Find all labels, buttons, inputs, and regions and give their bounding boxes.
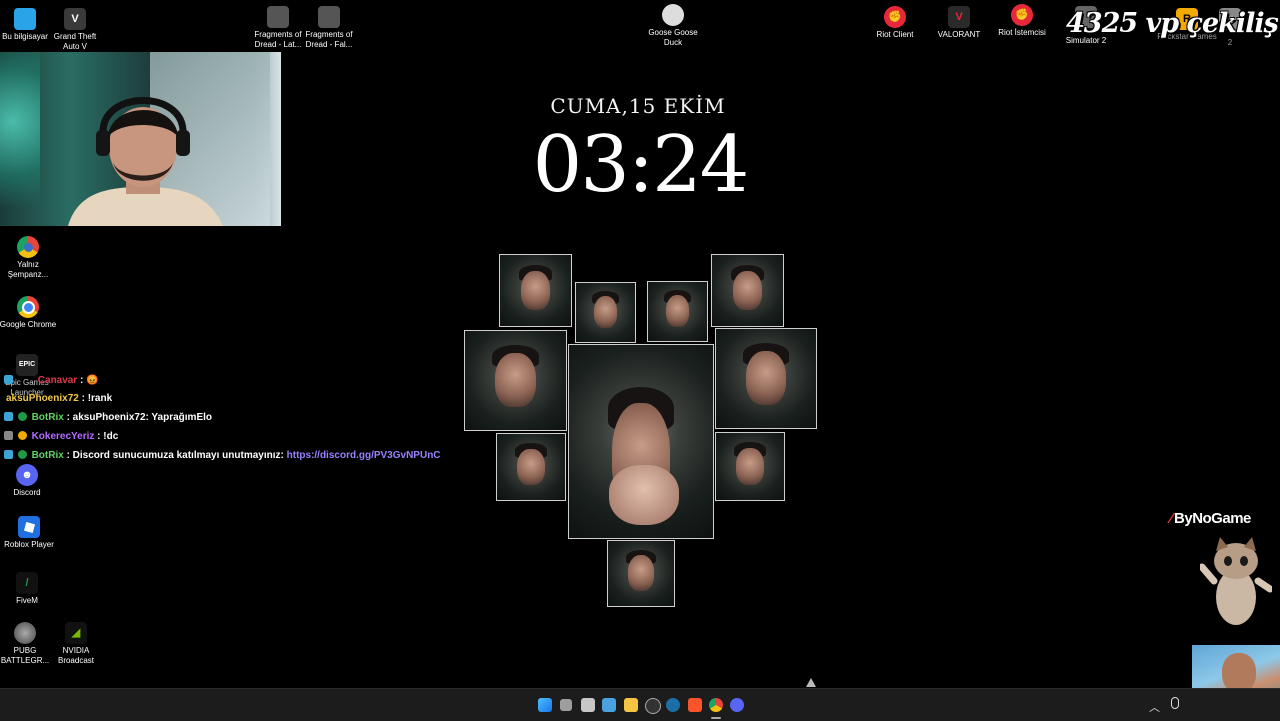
collage-photo bbox=[499, 254, 572, 327]
giveaway-title: 4325 vp çekiliş bbox=[1066, 8, 1279, 39]
steam-icon[interactable] bbox=[666, 698, 680, 712]
collage-photo bbox=[607, 540, 675, 607]
face bbox=[1222, 653, 1256, 693]
collage-photo bbox=[715, 432, 785, 501]
riot-icon: ✊ bbox=[1011, 4, 1033, 26]
brave-icon[interactable] bbox=[688, 698, 702, 712]
chat-username: KokerecYeriz bbox=[31, 431, 95, 442]
collage-photo bbox=[711, 254, 784, 327]
desktop-icon-roblox[interactable]: Roblox Player bbox=[0, 516, 59, 550]
sub-badge-icon bbox=[4, 431, 13, 440]
lock-date: CUMA,15 EKİM bbox=[550, 94, 726, 118]
bot-badge-icon bbox=[4, 450, 13, 459]
obs-icon[interactable] bbox=[645, 698, 661, 714]
discord-icon[interactable] bbox=[730, 698, 744, 712]
discord-icon: ☻ bbox=[16, 464, 38, 486]
chat-message: BotRix : aksuPhoenix72: YaprağımElo bbox=[4, 412, 212, 423]
taskbar: ︿ bbox=[0, 688, 1280, 721]
emote-badge-icon bbox=[17, 431, 27, 440]
task-view-icon[interactable] bbox=[581, 698, 595, 712]
roblox-icon bbox=[18, 516, 40, 538]
active-app-indicator bbox=[711, 717, 721, 719]
game-icon bbox=[267, 6, 289, 28]
collage-photo bbox=[715, 328, 817, 429]
lock-time: 03:24 bbox=[532, 120, 750, 210]
chrome-icon[interactable] bbox=[709, 698, 723, 712]
chat-message: KokerecYeriz : !dc bbox=[4, 431, 118, 442]
file-explorer-icon[interactable] bbox=[624, 698, 638, 712]
desktop-icon-google-chrome[interactable]: Google Chrome bbox=[0, 296, 58, 330]
bot-badge-icon bbox=[4, 412, 13, 421]
tray-chevron-icon[interactable]: ︿ bbox=[1149, 699, 1160, 715]
chat-text: : aksuPhoenix72: YaprağımElo bbox=[66, 412, 213, 423]
collage-photo bbox=[464, 330, 567, 431]
chat-text: : Discord sunucumuza katılmayı unutmayın… bbox=[66, 450, 287, 461]
desktop-icon-nvidia-broadcast[interactable]: ◢ NVIDIA Broadcast bbox=[46, 622, 106, 666]
desktop-icon-gta-v[interactable]: V Grand Theft Auto V bbox=[45, 8, 105, 52]
bynogame-logo-icon: ⁄ bbox=[1170, 510, 1173, 527]
chat-message: aksuPhoenix72 : !rank bbox=[6, 393, 112, 404]
chat-username: BotRix bbox=[31, 450, 64, 461]
chrome-app-icon bbox=[17, 236, 39, 258]
game-icon bbox=[318, 6, 340, 28]
desktop-icon-yalniz-sempanze[interactable]: Yalnız Şempanz... bbox=[0, 236, 58, 280]
desktop-icon-goose-goose-duck[interactable]: Goose Goose Duck bbox=[643, 4, 703, 48]
chat-link[interactable]: https://discord.gg/PV3GvNPUnC bbox=[287, 450, 441, 461]
nvidia-icon: ◢ bbox=[65, 622, 87, 644]
goose-icon bbox=[662, 4, 684, 26]
fist bbox=[609, 465, 679, 525]
mod-badge-icon bbox=[4, 375, 13, 384]
valorant-icon: V bbox=[948, 6, 970, 28]
chat-username: aksuPhoenix72 bbox=[6, 393, 79, 404]
verified-badge-icon bbox=[17, 412, 27, 421]
riot-icon: ✊ bbox=[884, 6, 906, 28]
mouse-cursor-icon bbox=[806, 678, 816, 687]
collage-photo bbox=[647, 281, 708, 342]
microphone-icon[interactable] bbox=[1171, 697, 1179, 709]
desktop-icon-discord[interactable]: ☻ Discord bbox=[0, 464, 57, 498]
gta-icon: V bbox=[64, 8, 86, 30]
fivem-icon: / bbox=[16, 572, 38, 594]
start-icon[interactable] bbox=[538, 698, 552, 712]
desktop-icon-fivem[interactable]: / FiveM bbox=[0, 572, 57, 606]
chat-username: Canavar bbox=[37, 375, 78, 386]
sponsor-logo: ⁄ ByNoGame bbox=[1170, 510, 1251, 527]
widgets-icon[interactable] bbox=[602, 698, 616, 712]
monitor-icon bbox=[14, 8, 36, 30]
chat-text: : 😡 bbox=[80, 375, 99, 386]
chrome-icon bbox=[17, 296, 39, 318]
chat-text: : !rank bbox=[81, 393, 113, 404]
collage-photo bbox=[575, 282, 636, 343]
chat-text: : !dc bbox=[97, 431, 119, 442]
epic-games-icon: EPIC bbox=[16, 354, 38, 376]
desktop-icon-riot-istemcisi[interactable]: ✊ Riot İstemcisi bbox=[992, 4, 1052, 38]
desktop-icon-valorant[interactable]: V VALORANT bbox=[929, 6, 989, 40]
collage-photo-center bbox=[568, 344, 714, 539]
chat-message: Canavar : 😡 bbox=[4, 375, 99, 386]
desktop-icon-fragments-of-dread-fal[interactable]: Fragments of Dread - Fal... bbox=[299, 6, 359, 50]
desktop-icon-riot-client[interactable]: ✊ Riot Client bbox=[865, 6, 925, 40]
pubg-icon bbox=[14, 622, 36, 644]
dancing-cat-image bbox=[1200, 537, 1272, 625]
verified-badge-icon bbox=[17, 450, 27, 459]
chat-username: BotRix bbox=[31, 412, 64, 423]
search-icon[interactable] bbox=[560, 699, 572, 711]
chat-message: BotRix : Discord sunucumuza katılmayı un… bbox=[4, 450, 441, 461]
collage-photo bbox=[496, 433, 566, 501]
